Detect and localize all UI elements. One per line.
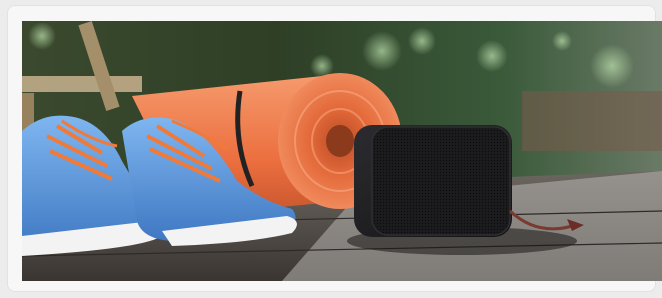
product-photo: [22, 21, 662, 281]
photo-canvas: [22, 21, 662, 281]
